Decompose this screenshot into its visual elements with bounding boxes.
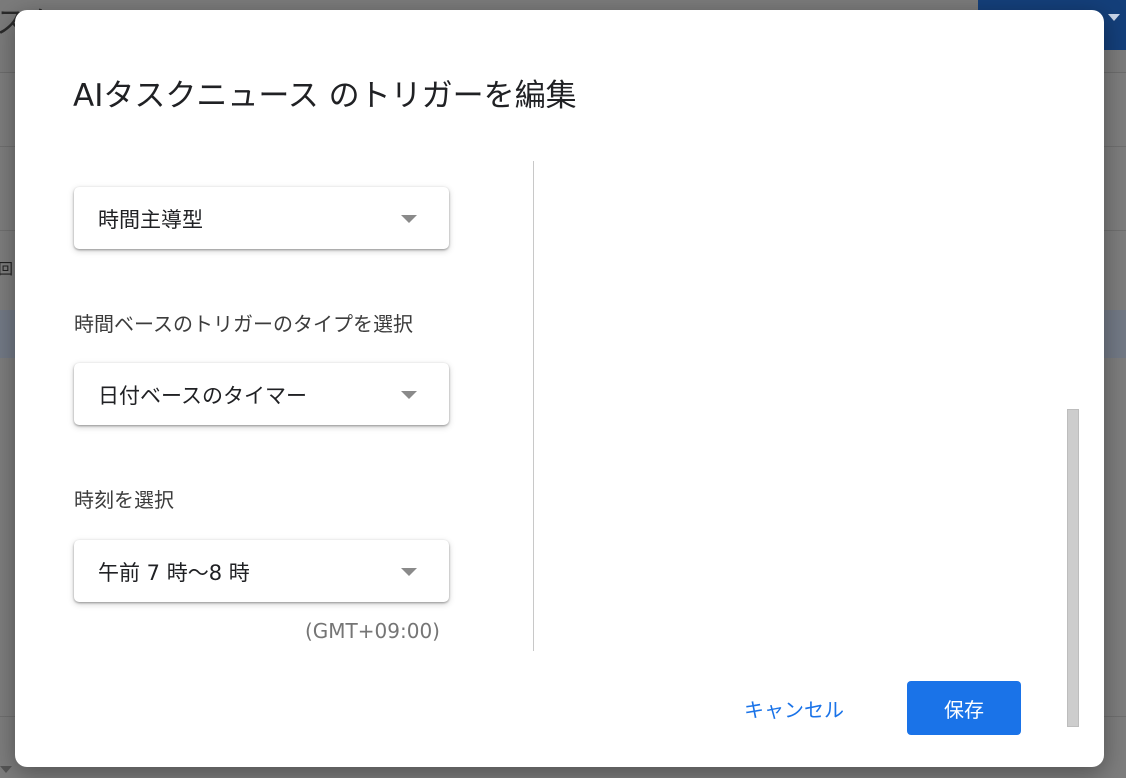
background-dropdown-icon [1108,14,1120,21]
caret-down-icon [401,568,417,576]
dialog-title: AIタスクニュース のトリガーを編集 [73,78,577,114]
cancel-button[interactable]: キャンセル [733,681,855,735]
event-source-select[interactable]: 時間主導型 [74,187,449,249]
timezone-text: (GMT+09:00) [305,619,440,643]
background-arrow-icon [0,766,12,773]
caret-down-icon [401,215,417,223]
time-of-day-label: 時刻を選択 [74,488,174,512]
column-divider [533,161,534,651]
time-of-day-select[interactable]: 午前 7 時～8 時 [74,540,449,602]
event-source-value: 時間主導型 [98,208,203,232]
edit-trigger-dialog: AIタスクニュース のトリガーを編集 時間主導型 時間ベースのトリガーのタイプを… [15,10,1104,767]
timer-type-label: 時間ベースのトリガーのタイプを選択 [74,312,413,336]
caret-down-icon [401,391,417,399]
dialog-scrollbar[interactable] [1067,409,1079,727]
time-of-day-value: 午前 7 時～8 時 [98,561,250,585]
timer-type-select[interactable]: 日付ベースのタイマー [74,363,449,425]
save-button[interactable]: 保存 [907,681,1021,735]
background-side-text: 回 [0,260,14,278]
timer-type-value: 日付ベースのタイマー [98,384,307,408]
